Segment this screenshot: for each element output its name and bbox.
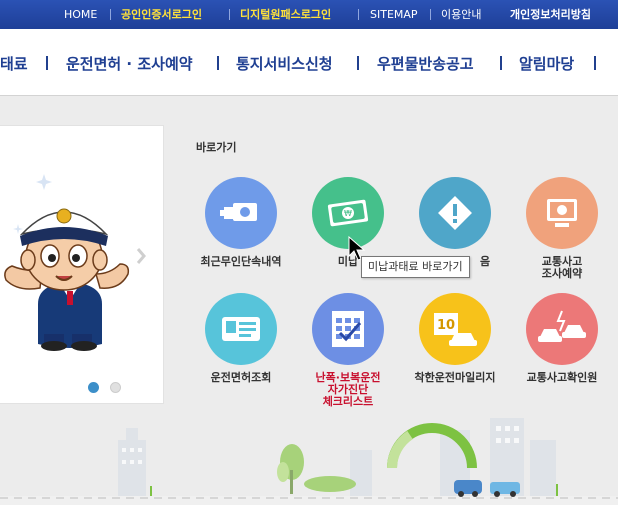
tooltip: 미납과태료 바로가기 [361,256,470,278]
separator [110,9,111,20]
main-navigation: 태료 운전면허 · 조사예약 통지서비스신청 우편물반송공고 알림마당 [0,29,618,96]
separator [430,9,431,20]
sitemap-link[interactable]: SITEMAP [370,0,418,29]
computer-icon [526,177,598,249]
accident-icon [526,293,598,365]
quick-item-label: 난폭·보복운전 자가진단 체크리스트 [315,371,381,408]
top-utility-bar: HOME 공인인증서로그인 디지털원패스로그인 SITEMAP 이용안내 개인정… [0,0,618,29]
quick-item-aggressive-driving-checklist[interactable]: 난폭·보복운전 자가진단 체크리스트 [298,293,398,408]
quick-item-accident-certificate[interactable]: 교통사고확인원 [512,293,612,384]
nav-separator [46,56,48,70]
quick-links-title: 바로가기 [196,141,237,154]
promo-banner[interactable] [0,125,164,404]
nav-separator [217,56,219,70]
quick-item-label: 운전면허조회 [210,371,272,384]
usage-guide-link[interactable]: 이용안내 [441,0,481,29]
warning-icon [419,177,491,249]
nav-item-notice-service[interactable]: 통지서비스신청 [236,53,333,74]
svg-text:₩: ₩ [344,209,352,218]
nav-item-notice-board[interactable]: 알림마당 [519,53,574,74]
separator [358,9,359,20]
svg-text:10: 10 [437,318,455,333]
nav-separator [500,56,502,70]
quick-item-notice[interactable]: 음 [405,177,505,268]
home-link[interactable]: HOME [64,0,97,29]
nav-item-license-reservation[interactable]: 운전면허 · 조사예약 [66,53,193,74]
quick-item-recent-enforcement[interactable]: 최근무인단속내역 [191,177,291,268]
cert-login-link[interactable]: 공인인증서로그인 [121,0,202,29]
slide-indicator-active[interactable] [88,382,99,393]
quick-item-license-check[interactable]: 운전면허조회 [191,293,291,384]
privacy-policy-link[interactable]: 개인정보처리방침 [510,0,591,29]
nav-separator [594,56,596,70]
separator [229,9,230,20]
quick-item-accident-reservation[interactable]: 교통사고 조사예약 [512,177,612,280]
nav-item-mail-return[interactable]: 우편물반송공고 [377,53,474,74]
camera-icon [205,177,277,249]
quick-item-label: 최근무인단속내역 [200,255,282,268]
quick-item-good-driving-mileage[interactable]: 10 착한운전마일리지 [405,293,505,384]
next-slide-icon[interactable] [136,247,146,265]
mileage-icon: 10 [419,293,491,365]
digital-onepass-login-link[interactable]: 디지털원패스로그인 [240,0,331,29]
cityscape-illustration-icon [0,418,618,505]
quick-item-label: 교통사고 조사예약 [541,255,583,280]
checklist-icon [312,293,384,365]
nav-separator [357,56,359,70]
quick-item-label: 교통사고확인원 [526,371,598,384]
quick-item-label: 착한운전마일리지 [414,371,496,384]
slide-indicator[interactable] [110,382,121,393]
nav-item-fines[interactable]: 태료 [0,53,28,74]
license-icon [205,293,277,365]
